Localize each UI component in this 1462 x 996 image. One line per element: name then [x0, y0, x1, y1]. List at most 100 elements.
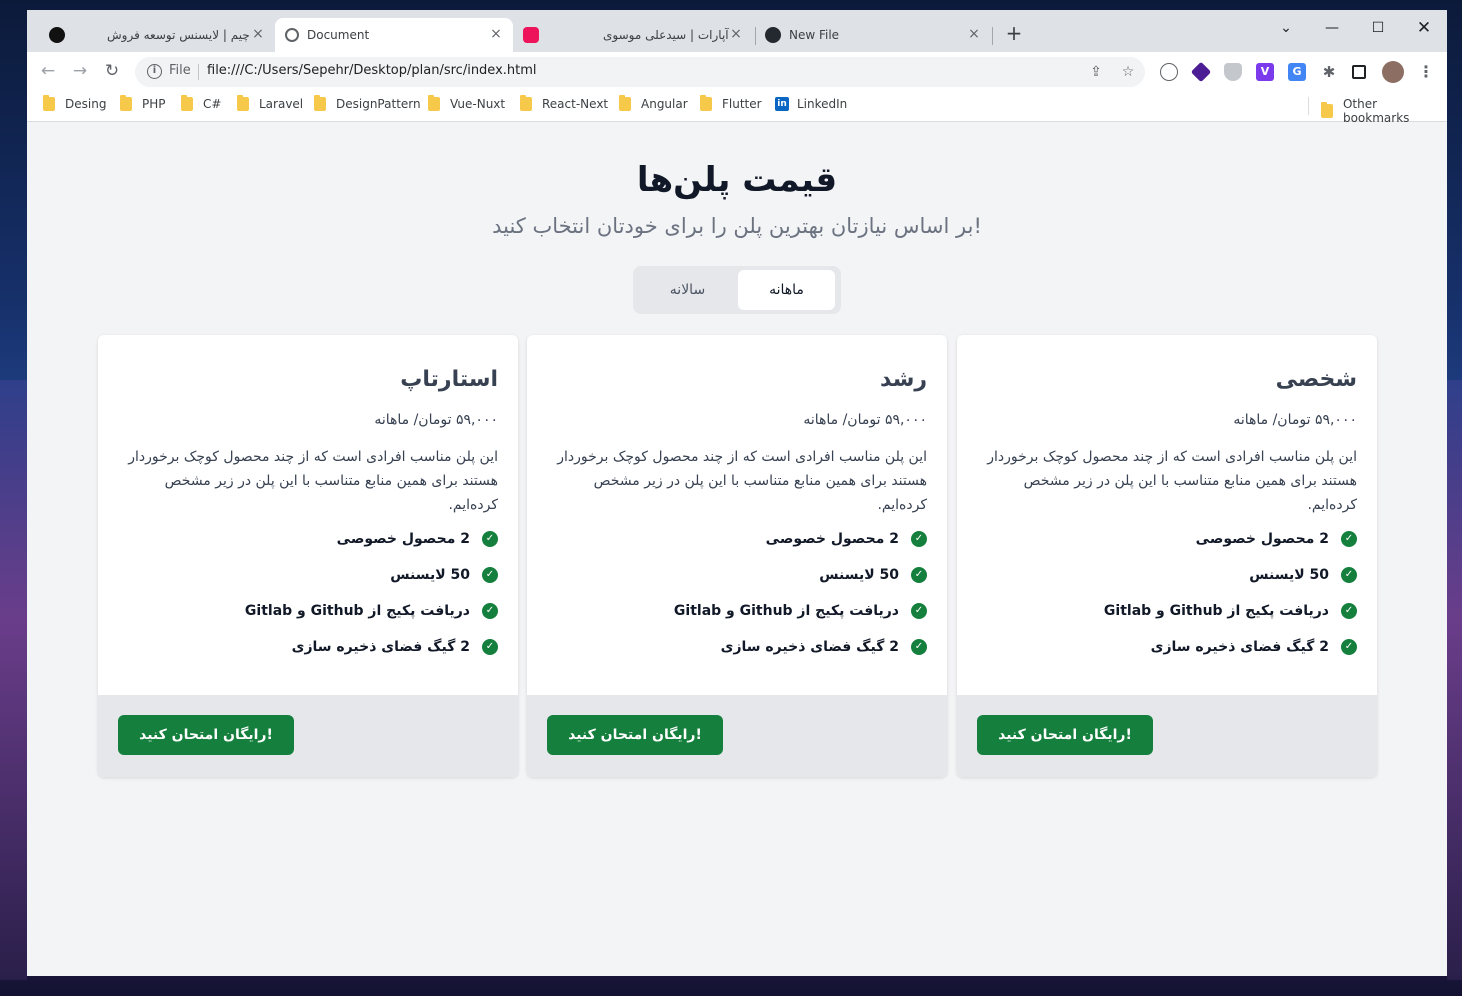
feature-item: ✓ 2 گیگ فضای ذخیره سازی [721, 639, 927, 655]
plan-description: این پلن مناسب افرادی است که از چند محصول… [557, 449, 927, 513]
folder-icon [120, 95, 132, 111]
feature-item: ✓ 2 محصول خصوصی [337, 531, 498, 547]
app-logo-icon [49, 27, 65, 43]
tab-separator [992, 27, 993, 45]
tab-aparat[interactable]: آپارات | سیدعلی موسوی × [513, 18, 753, 52]
bookmark-label: React-Next [542, 97, 609, 111]
extension-icon[interactable]: V [1256, 63, 1274, 81]
divider [1308, 97, 1309, 115]
bookmark-laravel[interactable]: Laravel [237, 95, 304, 111]
plan-description: این پلن مناسب افرادی است که از چند محصول… [128, 449, 498, 513]
shield-icon[interactable] [1224, 63, 1242, 81]
translate-icon[interactable]: G [1288, 63, 1306, 81]
address-bar[interactable]: i File file:///C:/Users/Sepehr/Desktop/p… [135, 57, 1145, 87]
close-icon[interactable]: × [729, 27, 743, 41]
bookmark-angular[interactable]: Angular [619, 95, 688, 111]
bookmark-linkedin[interactable]: in LinkedIn [775, 97, 847, 111]
feature-label: 2 محصول خصوصی [336, 531, 470, 547]
feature-item: ✓ 2 گیگ فضای ذخیره سازی [292, 639, 498, 655]
extension-icon[interactable] [1160, 63, 1178, 81]
bookmark-label: Laravel [259, 97, 304, 111]
folder-icon [520, 95, 532, 111]
tab-new-file[interactable]: New File × [755, 18, 991, 52]
toggle-monthly[interactable]: ماهانه [738, 270, 835, 310]
reload-icon[interactable]: ↻ [101, 60, 123, 82]
bookmark-label: Vue-Nuxt [450, 97, 506, 111]
feature-item: ✓ 2 محصول خصوصی [1196, 531, 1357, 547]
bookmark-php[interactable]: PHP [120, 95, 166, 111]
share-icon[interactable]: ⇪ [1087, 63, 1105, 81]
new-tab-button[interactable]: + [1003, 23, 1025, 45]
globe-icon [285, 28, 299, 42]
avatar[interactable] [1382, 61, 1404, 83]
browser-window: چیم | لایسنس توسعه فروش × Document × آپا… [27, 10, 1447, 976]
puzzle-icon[interactable]: ✱ [1320, 63, 1338, 81]
maximize-icon[interactable]: ☐ [1363, 16, 1393, 40]
back-icon[interactable]: ← [37, 60, 59, 82]
plan-name: شخصی [1275, 367, 1357, 392]
bookmark-flutter[interactable]: Flutter [700, 95, 762, 111]
feature-item: ✓ 50 لایسنس [1249, 567, 1357, 583]
bookmark-vue-nuxt[interactable]: Vue-Nuxt [428, 95, 506, 111]
forward-icon[interactable]: → [69, 60, 91, 82]
bookmark-label: PHP [142, 97, 166, 111]
bookmark-label: C# [203, 97, 222, 111]
page-content: قیمت پلن‌ها بر اساس نیازتان بهترین پلن ر… [27, 122, 1447, 976]
close-icon[interactable]: × [489, 27, 503, 41]
other-bookmarks[interactable]: Other bookmarks [1321, 97, 1447, 125]
bookmark-desing[interactable]: Desing [43, 95, 106, 111]
feature-label: 2 گیگ فضای ذخیره سازی [720, 639, 899, 655]
plan-price: ۵۹,۰۰۰ تومان/ ماهانه [803, 412, 927, 428]
feature-item: ✓ دریافت پکیج از Github و Gitlab [674, 603, 927, 619]
tab-strip: چیم | لایسنس توسعه فروش × Document × آپا… [27, 10, 1447, 52]
check-circle-icon: ✓ [1341, 639, 1357, 655]
folder-icon [237, 95, 249, 111]
try-free-button[interactable]: رایگان امتحان کنید! [547, 715, 723, 755]
site-info-icon[interactable]: i [147, 64, 162, 79]
side-panel-icon[interactable] [1352, 65, 1366, 79]
check-circle-icon: ✓ [911, 603, 927, 619]
tab-chim[interactable]: چیم | لایسنس توسعه فروش × [35, 18, 275, 52]
plan-description: این پلن مناسب افرادی است که از چند محصول… [987, 449, 1357, 513]
github-icon [765, 27, 781, 43]
url-text[interactable]: file:///C:/Users/Sepehr/Desktop/plan/src… [207, 63, 537, 78]
divider [198, 64, 199, 80]
check-circle-icon: ✓ [482, 603, 498, 619]
feature-label: 50 لایسنس [1249, 567, 1329, 583]
folder-icon [700, 95, 712, 111]
card-footer: رایگان امتحان کنید! [957, 695, 1377, 777]
close-window-icon[interactable]: ✕ [1409, 16, 1439, 40]
toggle-yearly[interactable]: سالانه [639, 270, 736, 310]
feature-item: ✓ 2 گیگ فضای ذخیره سازی [1151, 639, 1357, 655]
feature-item: ✓ 2 محصول خصوصی [766, 531, 927, 547]
billing-toggle: سالانه ماهانه [633, 266, 841, 314]
page-title: قیمت پلن‌ها [636, 160, 838, 200]
card-footer: رایگان امتحان کنید! [527, 695, 947, 777]
linkedin-icon: in [775, 97, 789, 111]
feature-item: ✓ دریافت پکیج از Github و Gitlab [245, 603, 498, 619]
minimize-icon[interactable]: — [1317, 16, 1347, 40]
menu-icon[interactable]: ⋮ [1417, 63, 1435, 81]
plan-name: استارتاپ [400, 367, 498, 392]
card-footer: رایگان امتحان کنید! [98, 695, 518, 777]
close-icon[interactable]: × [967, 27, 981, 41]
bookmark-star-icon[interactable]: ☆ [1119, 63, 1137, 81]
check-circle-icon: ✓ [1341, 567, 1357, 583]
tab-document[interactable]: Document × [275, 18, 513, 52]
bookmark-designpattern[interactable]: DesignPattern [314, 95, 421, 111]
close-icon[interactable]: × [251, 27, 265, 41]
feature-label: دریافت پکیج از Github و Gitlab [1103, 603, 1329, 619]
tab-search-icon[interactable]: ⌄ [1271, 16, 1301, 40]
feature-label: 2 محصول خصوصی [765, 531, 899, 547]
try-free-button[interactable]: رایگان امتحان کنید! [977, 715, 1153, 755]
bookmark-react-next[interactable]: React-Next [520, 95, 609, 111]
check-circle-icon: ✓ [1341, 531, 1357, 547]
tab-title: New File [789, 28, 840, 42]
plan-name: رشد [879, 367, 927, 392]
extension-icon[interactable] [1190, 61, 1212, 83]
feature-item: ✓ 50 لایسنس [390, 567, 498, 583]
bookmark-csharp[interactable]: C# [181, 95, 222, 111]
feature-label: دریافت پکیج از Github و Gitlab [673, 603, 899, 619]
tab-title: آپارات | سیدعلی موسوی [603, 28, 729, 42]
try-free-button[interactable]: رایگان امتحان کنید! [118, 715, 294, 755]
